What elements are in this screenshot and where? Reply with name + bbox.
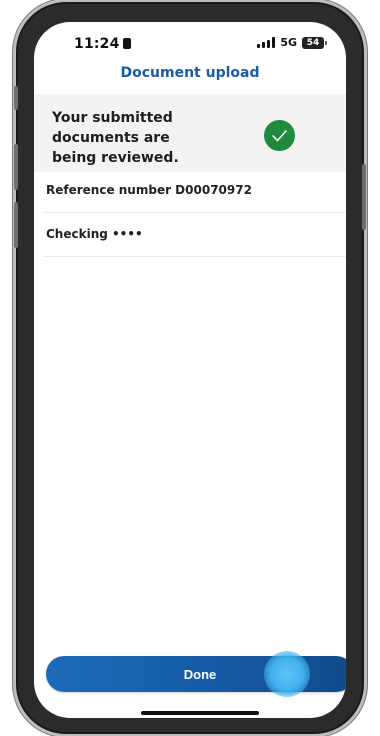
phone-side-button (14, 86, 18, 110)
review-status-message: Your submitted documents are being revie… (52, 110, 179, 166)
review-status-card: Your submitted documents are being revie… (34, 94, 346, 172)
signal-strength-icon (257, 37, 276, 48)
network-type: 5G (280, 36, 297, 49)
divider (44, 256, 346, 257)
battery-level: 54 (306, 37, 320, 48)
status-time-text: 11:24 (74, 36, 120, 52)
checkmark-circle-icon (264, 120, 295, 151)
status-time: 11:24 (74, 36, 131, 52)
page-title: Document upload (120, 65, 260, 81)
done-button-label: Done (183, 666, 217, 682)
account-label: Checking •••• (46, 227, 143, 241)
home-indicator[interactable] (141, 711, 259, 715)
divider (44, 212, 346, 213)
app-screen: 11:24 5G 54 Document upload Your submitt… (34, 22, 346, 718)
battery-icon: 54 (302, 36, 327, 49)
phone-volume-down-button (14, 202, 18, 248)
status-indicators: 5G 54 (257, 36, 327, 49)
sim-card-icon (122, 38, 131, 49)
reference-number: Reference number D00070972 (46, 183, 252, 197)
touch-indicator (264, 651, 310, 697)
checkmark-icon (272, 130, 287, 142)
status-bar: 11:24 5G 54 (34, 22, 346, 62)
phone-volume-up-button (14, 144, 18, 190)
phone-power-button (362, 164, 366, 230)
